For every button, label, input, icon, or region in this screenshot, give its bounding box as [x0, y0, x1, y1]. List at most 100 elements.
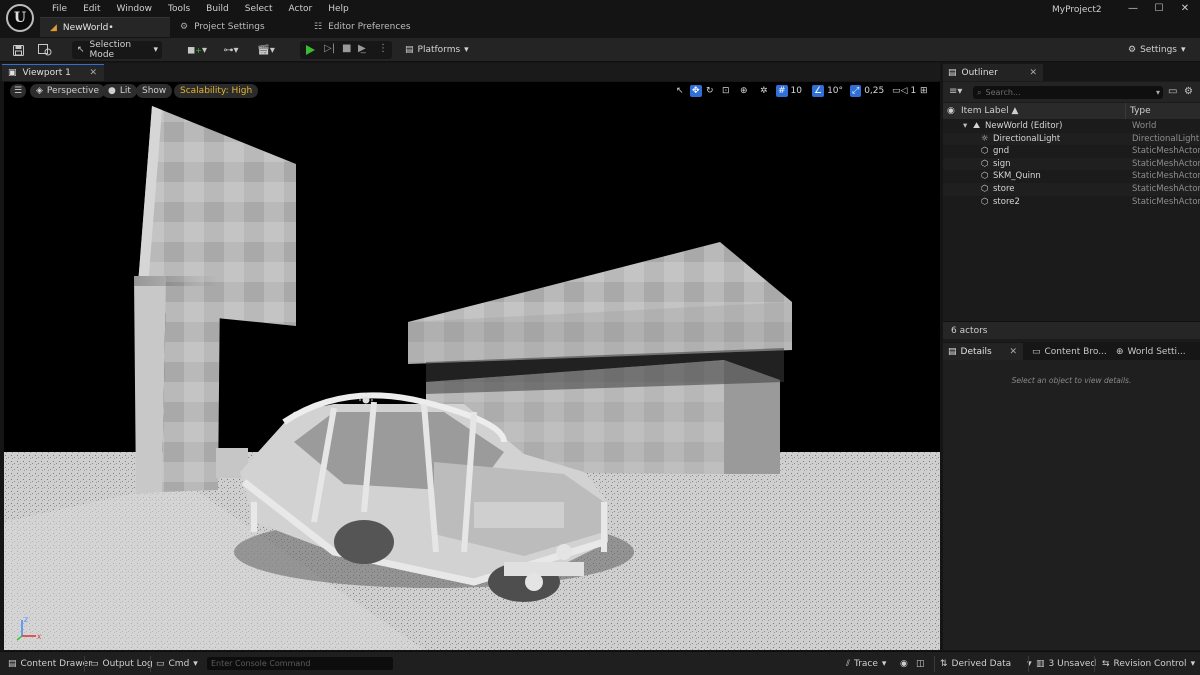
viewport-layout-icon[interactable]: ⊞ — [920, 84, 928, 98]
outliner-row-gnd[interactable]: ⬡ gnd StaticMeshActor — [943, 145, 1200, 158]
viewport-toolbar: ☰ ◈ Perspective ● Lit Show Scalability: … — [4, 82, 940, 100]
perspective-label: Perspective — [46, 86, 100, 96]
tab-outliner[interactable]: ▤ Outliner ✕ — [943, 64, 1043, 81]
row-type: DirectionalLight — [1132, 133, 1200, 144]
browse-level-icon[interactable] — [36, 41, 54, 59]
show-label: Show — [142, 86, 167, 96]
expand-arrow-icon[interactable]: ▾ — [963, 120, 967, 133]
outliner-row-directionallight[interactable]: ☼ DirectionalLight DirectionalLight — [943, 132, 1200, 146]
lit-button[interactable]: ● Lit — [102, 84, 137, 98]
outliner-search-input[interactable]: ⌕ Search... ▾ — [973, 86, 1163, 99]
actor-count: 6 actors — [943, 321, 1200, 339]
menu-actor[interactable]: Actor — [281, 3, 321, 15]
perspective-button[interactable]: ◈ Perspective — [30, 84, 106, 98]
output-log-button[interactable]: ▭ Output Log — [90, 657, 153, 671]
revision-control-icon: ⇆ — [1102, 659, 1110, 669]
hamburger-menu-icon[interactable]: ☰ — [10, 84, 26, 98]
more-options-icon[interactable]: ⋮ — [378, 43, 388, 54]
scale-snap-value: 0,25 — [864, 86, 885, 96]
menu-select[interactable]: Select — [237, 3, 281, 15]
outliner-row-store2[interactable]: ⬡ store2 StaticMeshActor — [943, 196, 1200, 209]
content-drawer-button[interactable]: ▤ Content Drawer — [8, 657, 92, 671]
menu-help[interactable]: Help — [320, 3, 357, 15]
tab-viewport-1[interactable]: ▣ Viewport 1 ✕ — [2, 64, 104, 81]
surface-snap-icon[interactable]: ✲ — [760, 84, 768, 98]
outliner-settings-icon[interactable]: ⚙ — [1184, 86, 1193, 97]
console-command-input[interactable]: Enter Console Command — [207, 657, 393, 670]
scale-tool-icon[interactable]: ⊡ — [722, 84, 730, 98]
grid-snap-button[interactable]: # 10 — [776, 84, 802, 98]
unsaved-button[interactable]: ▥ 3 Unsaved — [1036, 657, 1096, 671]
close-tab-icon[interactable]: ✕ — [89, 68, 97, 78]
derived-data-dropdown[interactable]: ⇅ Derived Data ▾ — [940, 657, 1032, 671]
menu-file[interactable]: File — [44, 3, 75, 15]
document-tabs: ◢ NewWorld• ⚙ Project Settings ☷ Editor … — [40, 17, 444, 37]
cmd-label: Cmd — [168, 659, 190, 669]
details-tabbar: ▤ Details ✕ ▭ Content Bro... ⊕ World Set… — [943, 342, 1200, 360]
stop-icon[interactable]: ■ — [342, 43, 351, 54]
menu-build[interactable]: Build — [198, 3, 237, 15]
record-icon[interactable]: ◉ — [900, 657, 908, 671]
tab-content-browser[interactable]: ▭ Content Bro... — [1027, 343, 1111, 360]
select-tool-icon[interactable]: ↖ — [676, 84, 684, 98]
outliner-row-sign[interactable]: ⬡ sign StaticMeshActor — [943, 157, 1200, 171]
menu-edit[interactable]: Edit — [75, 3, 108, 15]
grid-icon: # — [776, 85, 788, 97]
tab-world-settings[interactable]: ⊕ World Setti... — [1111, 343, 1199, 360]
visibility-eye-icon[interactable]: ◉ — [947, 106, 955, 116]
platforms-dropdown[interactable]: ▤ Platforms ▾ — [405, 41, 471, 59]
unreal-logo-icon[interactable]: U — [6, 4, 34, 32]
rotate-tool-icon[interactable]: ↻ — [706, 84, 714, 98]
save-icon[interactable] — [10, 41, 26, 59]
cinematics-button[interactable]: 🎬︎▾ — [253, 41, 279, 59]
filter-icon[interactable]: ≡▾ — [949, 86, 962, 97]
outliner-row-skm-quinn[interactable]: ⬡ SKM_Quinn StaticMeshActor — [943, 170, 1200, 183]
level-viewport[interactable]: ☰ ◈ Perspective ● Lit Show Scalability: … — [4, 82, 940, 650]
menu-window[interactable]: Window — [109, 3, 161, 15]
scalability-label: Scalability: High — [180, 86, 253, 96]
type-column[interactable]: Type — [1130, 106, 1151, 116]
close-tab-icon[interactable]: ✕ — [1029, 68, 1037, 78]
light-icon: ☼ — [981, 133, 989, 144]
cmd-dropdown[interactable]: ▭ Cmd ▾ — [156, 657, 198, 671]
folder-icon: ▭ — [1032, 346, 1041, 357]
preferences-icon: ☷ — [314, 22, 323, 32]
settings-dropdown[interactable]: ⚙ Settings ▾ — [1128, 41, 1186, 59]
close-tab-icon[interactable]: ✕ — [1009, 347, 1017, 357]
camera-speed-button[interactable]: ▭◁ 1 — [892, 84, 916, 98]
tab-editor-preferences[interactable]: ☷ Editor Preferences — [304, 17, 444, 37]
scale-snap-button[interactable]: ⤢ 0,25 — [850, 84, 884, 98]
world-space-icon[interactable]: ⊕ — [740, 84, 748, 98]
grid-snap-value: 10 — [790, 86, 802, 96]
add-actor-button[interactable]: ◼+▾ — [183, 41, 211, 59]
column-divider[interactable] — [1125, 103, 1126, 119]
translate-icon: ✥ — [690, 85, 702, 97]
play-icon[interactable] — [306, 45, 315, 55]
outliner-row-world[interactable]: ▾ ⛰ NewWorld (Editor) World — [943, 120, 1200, 133]
menu-tools[interactable]: Tools — [160, 3, 198, 15]
item-label-column[interactable]: Item Label ▲ — [961, 106, 1018, 116]
row-type: StaticMeshActor — [1132, 183, 1200, 194]
screenshot-icon[interactable]: ◫ — [916, 657, 925, 671]
selection-mode-dropdown[interactable]: ↖ Selection Mode ▾ — [72, 40, 162, 60]
rotation-snap-button[interactable]: ∠ 10° — [812, 84, 843, 98]
simulate-icon[interactable]: ▷| — [324, 43, 335, 54]
tab-details[interactable]: ▤ Details ✕ — [943, 343, 1023, 360]
platforms-label: Platforms — [417, 45, 461, 55]
tab-newworld[interactable]: ◢ NewWorld• — [40, 17, 170, 37]
scalability-button[interactable]: Scalability: High — [174, 84, 259, 98]
outliner-row-store[interactable]: ⬡ store StaticMeshActor — [943, 182, 1200, 196]
eject-icon[interactable]: ▶̲ — [358, 43, 366, 54]
clapper-icon: 🎬︎▾ — [257, 44, 275, 56]
close-window-icon[interactable]: ✕ — [1172, 2, 1198, 16]
blueprint-button[interactable]: ⊶▾ — [218, 41, 244, 59]
show-button[interactable]: Show — [136, 84, 173, 98]
revision-control-dropdown[interactable]: ⇆ Revision Control ▾ — [1102, 657, 1195, 671]
trace-dropdown[interactable]: ⫽ Trace ▾ — [846, 657, 886, 671]
maximize-icon[interactable]: ☐ — [1146, 2, 1172, 16]
minimize-icon[interactable]: — — [1120, 2, 1146, 16]
tab-project-settings[interactable]: ⚙ Project Settings — [170, 17, 304, 37]
translate-tool-button[interactable]: ✥ — [690, 84, 702, 98]
add-folder-icon[interactable]: ▭ — [1168, 86, 1177, 97]
cube-add-icon: ◼+▾ — [186, 44, 208, 56]
